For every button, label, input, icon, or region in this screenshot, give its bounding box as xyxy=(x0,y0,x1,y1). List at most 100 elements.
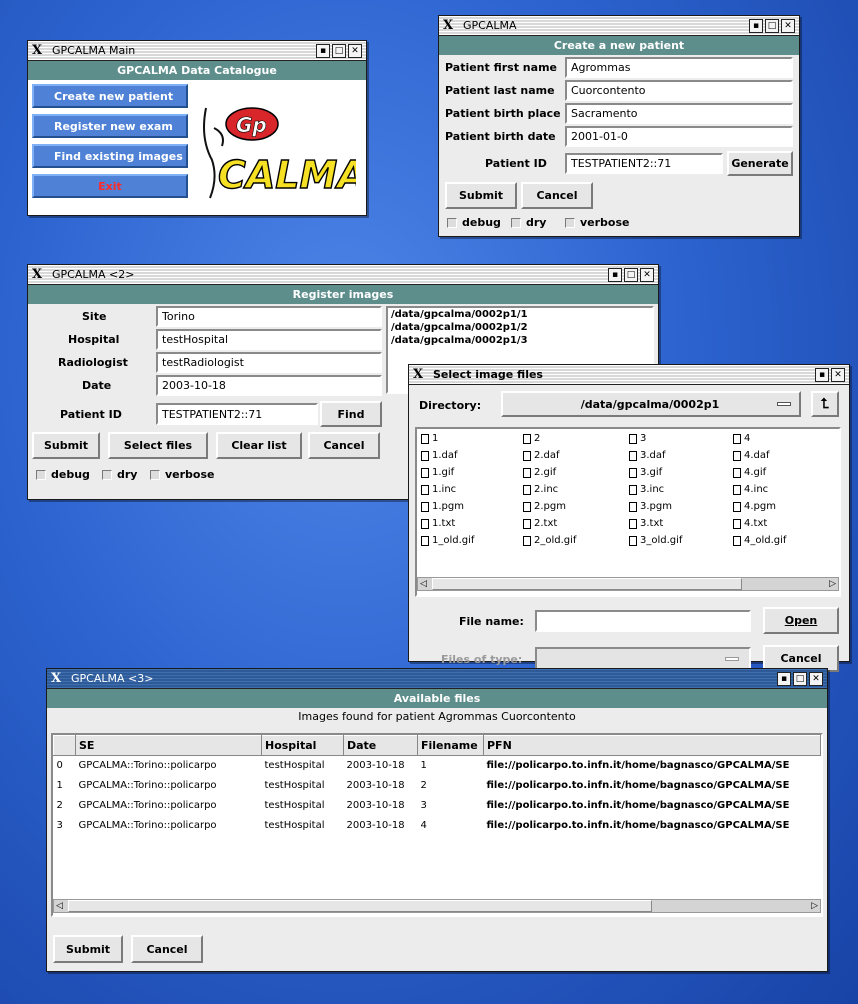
create-patient-titlebar[interactable]: X GPCALMA ▪ □ ✕ xyxy=(439,16,799,36)
file-browser-list[interactable]: 1 1.daf 1.gif 1.inc 1.pgm 1.txt 1_old.gif 2 2.da… xyxy=(415,427,841,597)
verbose-checkbox[interactable]: verbose xyxy=(565,216,630,229)
dry-checkbox[interactable]: dry xyxy=(102,468,137,481)
available-files-table[interactable]: SE Hospital Date Filename PFN 0 GPCALMA:… xyxy=(51,733,823,917)
register-titlebar[interactable]: X GPCALMA <2> ▪ □ ✕ xyxy=(28,265,658,285)
checkbox-box[interactable] xyxy=(150,469,160,480)
debug-checkbox[interactable]: debug xyxy=(447,216,501,229)
file-item[interactable]: 2.daf xyxy=(523,450,560,461)
col-header-hospital[interactable]: Hospital xyxy=(261,735,344,756)
file-item[interactable]: 4.daf xyxy=(733,450,770,461)
minimize-icon[interactable]: ▪ xyxy=(316,43,330,58)
file-item[interactable]: 1.pgm xyxy=(421,501,464,512)
birth-date-field[interactable]: 2001-01-0 xyxy=(565,126,793,147)
file-item[interactable]: 4 xyxy=(733,433,750,444)
horizontal-scrollbar[interactable]: ◁ ▷ xyxy=(417,577,839,591)
maximize-icon[interactable]: □ xyxy=(765,18,779,33)
checkbox-box[interactable] xyxy=(511,217,521,228)
radiologist-field[interactable]: testRadiologist xyxy=(156,352,382,373)
table-row[interactable]: 1 GPCALMA::Torino::policarpo testHospita… xyxy=(54,776,821,796)
select-files-titlebar[interactable]: X Select image files ▪ ✕ xyxy=(409,365,849,385)
scrollbar-thumb[interactable] xyxy=(432,578,742,590)
minimize-icon[interactable]: ▪ xyxy=(608,267,622,282)
file-item[interactable]: 2.gif xyxy=(523,467,556,478)
maximize-icon[interactable]: □ xyxy=(793,671,807,686)
table-row[interactable]: 0 GPCALMA::Torino::policarpo testHospita… xyxy=(54,756,821,776)
maximize-icon[interactable]: □ xyxy=(624,267,638,282)
maximize-icon[interactable]: □ xyxy=(332,43,346,58)
close-icon[interactable]: ✕ xyxy=(640,267,654,282)
directory-combo[interactable]: /data/gpcalma/0002p1 xyxy=(501,391,801,417)
file-item[interactable]: 3.gif xyxy=(629,467,662,478)
scroll-left-icon[interactable]: ◁ xyxy=(56,901,63,911)
checkbox-box[interactable] xyxy=(447,217,457,228)
open-button[interactable]: Open xyxy=(763,607,839,634)
checkbox-box[interactable] xyxy=(36,469,46,480)
parent-directory-button[interactable]: ⮤ xyxy=(811,391,839,417)
file-item[interactable]: 1 xyxy=(421,433,438,444)
select-files-button[interactable]: Select files xyxy=(108,432,208,459)
scroll-right-icon[interactable]: ▷ xyxy=(829,579,836,589)
table-row[interactable]: 2 GPCALMA::Torino::policarpo testHospita… xyxy=(54,796,821,816)
list-item[interactable]: /data/gpcalma/0002p1/1 xyxy=(388,308,652,321)
close-icon[interactable]: ✕ xyxy=(831,367,845,382)
birth-place-field[interactable]: Sacramento xyxy=(565,103,793,124)
patient-id-field[interactable]: TESTPATIENT2::71 xyxy=(156,403,318,425)
close-icon[interactable]: ✕ xyxy=(348,43,362,58)
register-exam-button[interactable]: Register new exam xyxy=(32,114,188,138)
file-item[interactable]: 4.gif xyxy=(733,467,766,478)
patient-id-field[interactable]: TESTPATIENT2::71 xyxy=(565,153,723,174)
scrollbar-thumb[interactable] xyxy=(68,900,652,912)
main-titlebar[interactable]: X GPCALMA Main ▪ □ ✕ xyxy=(28,41,366,61)
scroll-left-icon[interactable]: ◁ xyxy=(420,579,427,589)
file-name-field[interactable] xyxy=(535,610,751,632)
checkbox-box[interactable] xyxy=(565,217,575,228)
list-item[interactable]: /data/gpcalma/0002p1/3 xyxy=(388,334,652,347)
file-item[interactable]: 2.pgm xyxy=(523,501,566,512)
clear-list-button[interactable]: Clear list xyxy=(216,432,302,459)
find-images-button[interactable]: Find existing images xyxy=(32,144,188,168)
file-item[interactable]: 3.daf xyxy=(629,450,666,461)
find-button[interactable]: Find xyxy=(320,401,382,427)
file-item[interactable]: 2 xyxy=(523,433,540,444)
submit-button[interactable]: Submit xyxy=(445,182,517,209)
site-field[interactable]: Torino xyxy=(156,306,382,327)
file-item[interactable]: 3.txt xyxy=(629,518,663,529)
verbose-checkbox[interactable]: verbose xyxy=(150,468,215,481)
col-header-date[interactable]: Date xyxy=(343,735,418,756)
file-item[interactable]: 3_old.gif xyxy=(629,535,682,546)
file-item[interactable]: 1_old.gif xyxy=(421,535,474,546)
minimize-icon[interactable]: ▪ xyxy=(749,18,763,33)
col-header-index[interactable] xyxy=(53,735,76,756)
file-item[interactable]: 3 xyxy=(629,433,646,444)
generate-button[interactable]: Generate xyxy=(727,151,793,176)
table-row[interactable]: 3 GPCALMA::Torino::policarpo testHospita… xyxy=(54,816,821,836)
checkbox-box[interactable] xyxy=(102,469,112,480)
create-patient-button[interactable]: Create new patient xyxy=(32,84,188,108)
file-item[interactable]: 2.inc xyxy=(523,484,558,495)
cancel-button[interactable]: Cancel xyxy=(131,935,203,963)
submit-button[interactable]: Submit xyxy=(32,432,100,459)
col-header-se[interactable]: SE xyxy=(75,735,262,756)
file-item[interactable]: 2_old.gif xyxy=(523,535,576,546)
file-item[interactable]: 1.txt xyxy=(421,518,455,529)
file-item[interactable]: 1.inc xyxy=(421,484,456,495)
dry-checkbox[interactable]: dry xyxy=(511,216,546,229)
scroll-right-icon[interactable]: ▷ xyxy=(811,901,818,911)
last-name-field[interactable]: Cuorcontento xyxy=(565,80,793,101)
minimize-icon[interactable]: ▪ xyxy=(815,367,829,382)
list-item[interactable]: /data/gpcalma/0002p1/2 xyxy=(388,321,652,334)
file-item[interactable]: 3.inc xyxy=(629,484,664,495)
file-item[interactable]: 1.gif xyxy=(421,467,454,478)
minimize-icon[interactable]: ▪ xyxy=(777,671,791,686)
file-item[interactable]: 3.pgm xyxy=(629,501,672,512)
file-item[interactable]: 4_old.gif xyxy=(733,535,786,546)
close-icon[interactable]: ✕ xyxy=(809,671,823,686)
file-item[interactable]: 4.pgm xyxy=(733,501,776,512)
cancel-button[interactable]: Cancel xyxy=(521,182,593,209)
submit-button[interactable]: Submit xyxy=(53,935,123,963)
horizontal-scrollbar[interactable]: ◁ ▷ xyxy=(53,899,821,913)
debug-checkbox[interactable]: debug xyxy=(36,468,90,481)
file-item[interactable]: 1.daf xyxy=(421,450,458,461)
file-item[interactable]: 4.inc xyxy=(733,484,768,495)
available-files-titlebar[interactable]: X GPCALMA <3> ▪ □ ✕ xyxy=(47,669,827,689)
